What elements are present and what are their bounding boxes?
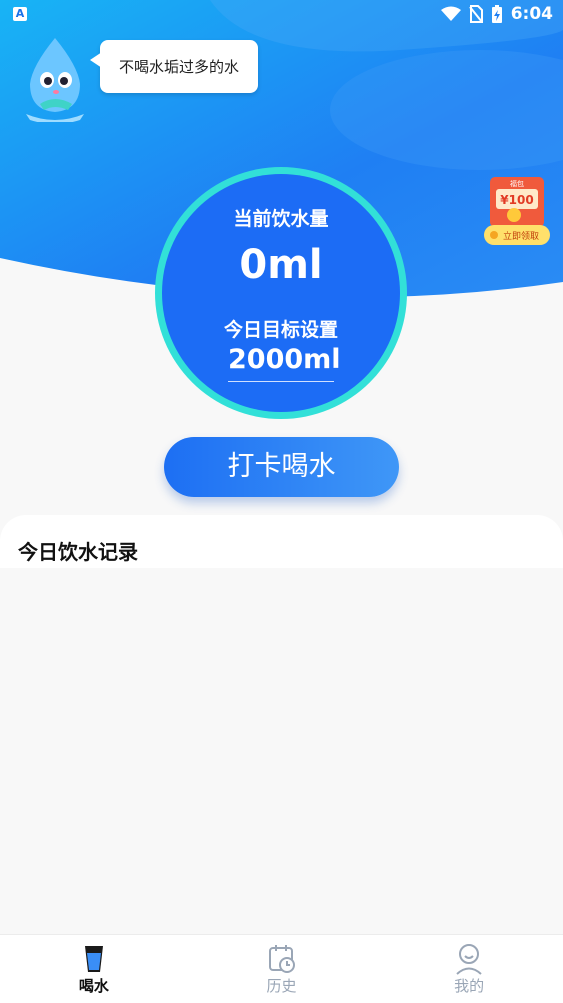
calendar-history-icon xyxy=(268,945,295,973)
no-sim-icon xyxy=(468,5,483,23)
promo-cta: 立即领取 xyxy=(503,230,539,242)
wifi-icon xyxy=(440,6,461,21)
status-time: 6:04 xyxy=(510,4,553,24)
records-list xyxy=(0,568,563,934)
app-notification-icon: A xyxy=(13,7,27,21)
water-cup-icon xyxy=(84,946,103,972)
checkin-drink-button[interactable]: 打卡喝水 xyxy=(164,437,399,497)
status-bar: A 6:04 xyxy=(0,0,563,30)
daily-goal-label: 今日目标设置 xyxy=(223,319,338,341)
promo-top-text: 福包 xyxy=(510,179,524,188)
nav-item-mine[interactable]: 我的 xyxy=(375,935,563,1003)
battery-charging-icon xyxy=(491,5,502,23)
nav-label-drink: 喝水 xyxy=(78,977,109,995)
mascot-speech-bubble: 不喝水垢过多的水 xyxy=(90,40,258,93)
nav-item-drink[interactable]: 喝水 xyxy=(0,935,188,1003)
water-drop-mascot[interactable] xyxy=(22,36,88,122)
nav-label-mine: 我的 xyxy=(454,977,485,995)
daily-goal-value[interactable]: 2000ml xyxy=(228,344,341,382)
bottom-nav: 喝水 历史 我的 xyxy=(0,934,563,1003)
current-intake-label: 当前饮水量 xyxy=(233,208,329,230)
profile-icon xyxy=(456,944,482,975)
nav-item-history[interactable]: 历史 xyxy=(188,935,376,1003)
current-intake-value: 0ml xyxy=(239,242,323,288)
water-circle: 当前饮水量 0ml 今日目标设置 2000ml xyxy=(162,174,400,412)
red-packet-promo[interactable]: 福包 ¥100 立即领取 xyxy=(482,175,552,247)
promo-amount: ¥100 xyxy=(500,193,533,207)
today-records-card: 今日饮水记录 xyxy=(0,515,563,575)
nav-label-history: 历史 xyxy=(266,977,297,995)
today-records-title: 今日饮水记录 xyxy=(18,540,138,564)
